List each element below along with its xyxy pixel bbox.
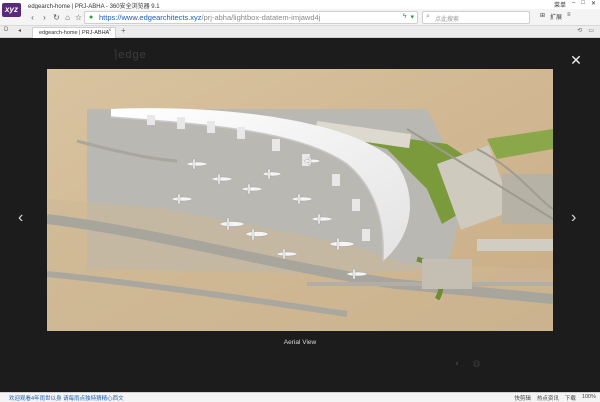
window-controls: 菜单 – □ ✕ — [554, 0, 596, 9]
tab-active[interactable]: edgearch-home | PRJ-ABHA — [32, 27, 116, 38]
status-news-link[interactable]: 欢迎观看4年雨世以身 请每雨点独特猜精心西文 — [9, 394, 124, 402]
more-menu-icon[interactable]: ≡ — [567, 12, 571, 21]
page-action-icons: ◐ ◍ — [455, 358, 480, 369]
tab-list-icon[interactable]: ▭ — [588, 27, 594, 34]
tab-label: edgearch-home | PRJ-ABHA — [39, 30, 110, 36]
next-image-arrow-icon[interactable]: › — [571, 210, 576, 226]
search-placeholder: 点此搜索 — [435, 17, 460, 23]
status-download[interactable]: 下载 — [565, 394, 576, 402]
info-icon[interactable]: ◍ — [472, 358, 480, 369]
url-text[interactable]: https://www.edgearchitects.xyz/prj-abha/… — [99, 13, 320, 23]
lightbox-close-icon[interactable]: ✕ — [569, 53, 583, 67]
minimize-button[interactable]: – — [572, 0, 575, 9]
browser-logo-icon: xyz — [2, 3, 21, 17]
site-logo[interactable]: ⌉edge — [113, 48, 147, 61]
aerial-airport-image — [47, 69, 553, 331]
right-tools: ⊞ 扩展 ≡ — [540, 12, 571, 21]
back-arrow-icon[interactable]: ‹ — [27, 12, 38, 23]
tab-bar-actions: ⟲ ▭ — [577, 27, 594, 34]
new-tab-icon[interactable]: + — [121, 26, 126, 35]
share-icon[interactable]: ◐ — [455, 358, 460, 369]
url-path: /prj-abha/lightbox-datatem-imjawd4j — [201, 13, 321, 22]
maximize-button[interactable]: □ — [581, 0, 585, 9]
tab-close-icon[interactable]: × — [108, 28, 112, 34]
title-bar: xyz edgearch-home | PRJ-ABHA - 360安全浏览器 … — [0, 0, 600, 17]
lightbox-page: ⌉edge ✕ ‹ › Aerial View ◐ ◍ — [0, 38, 600, 392]
dropdown-icon[interactable]: ▾ — [410, 13, 414, 21]
status-tools: 快剪辑 热点资讯 下载 100% — [514, 394, 596, 402]
tab-restore-icon[interactable]: ⟲ — [577, 27, 582, 34]
tab-back-icon[interactable]: ◂ — [14, 26, 25, 37]
address-actions: ϟ ▾ — [403, 13, 414, 21]
close-window-button[interactable]: ✕ — [591, 0, 596, 9]
extensions-button[interactable]: 扩展 — [550, 12, 562, 21]
status-bar: 欢迎观看4年雨世以身 请每雨点独特猜精心西文 快剪辑 热点资讯 下载 100% — [0, 392, 600, 402]
status-quick-clip[interactable]: 快剪辑 — [514, 394, 531, 402]
prev-image-arrow-icon[interactable]: ‹ — [18, 210, 23, 226]
search-icon: ⌕ — [426, 13, 430, 20]
status-zoom[interactable]: 100% — [582, 394, 596, 402]
url-domain: https://www.edgearchitects.xyz — [99, 13, 202, 22]
search-box[interactable]: ⌕ 点此搜索 — [422, 11, 530, 24]
home-icon[interactable]: ⌂ — [62, 12, 73, 23]
tab-sidebar-toggle[interactable]: D — [4, 27, 8, 33]
lightning-icon[interactable]: ϟ — [403, 13, 407, 21]
bookmark-star-icon[interactable]: ☆ — [73, 12, 84, 23]
status-hot-news[interactable]: 热点资讯 — [537, 394, 559, 402]
forward-arrow-icon[interactable]: › — [39, 12, 50, 23]
lock-icon: ● — [89, 14, 94, 21]
refresh-icon[interactable]: ↻ — [51, 12, 62, 23]
tab-bar: D ◂ edgearch-home | PRJ-ABHA × + ⟲ ▭ — [0, 26, 600, 38]
navigation-toolbar: ‹ › ↻ ⌂ ☆ ● https://www.edgearchitects.x… — [0, 9, 600, 26]
menu-button[interactable]: 菜单 — [554, 0, 566, 9]
address-bar[interactable]: ● https://www.edgearchitects.xyz/prj-abh… — [84, 11, 418, 24]
apps-grid-icon[interactable]: ⊞ — [540, 12, 545, 21]
image-caption: Aerial View — [283, 339, 317, 346]
